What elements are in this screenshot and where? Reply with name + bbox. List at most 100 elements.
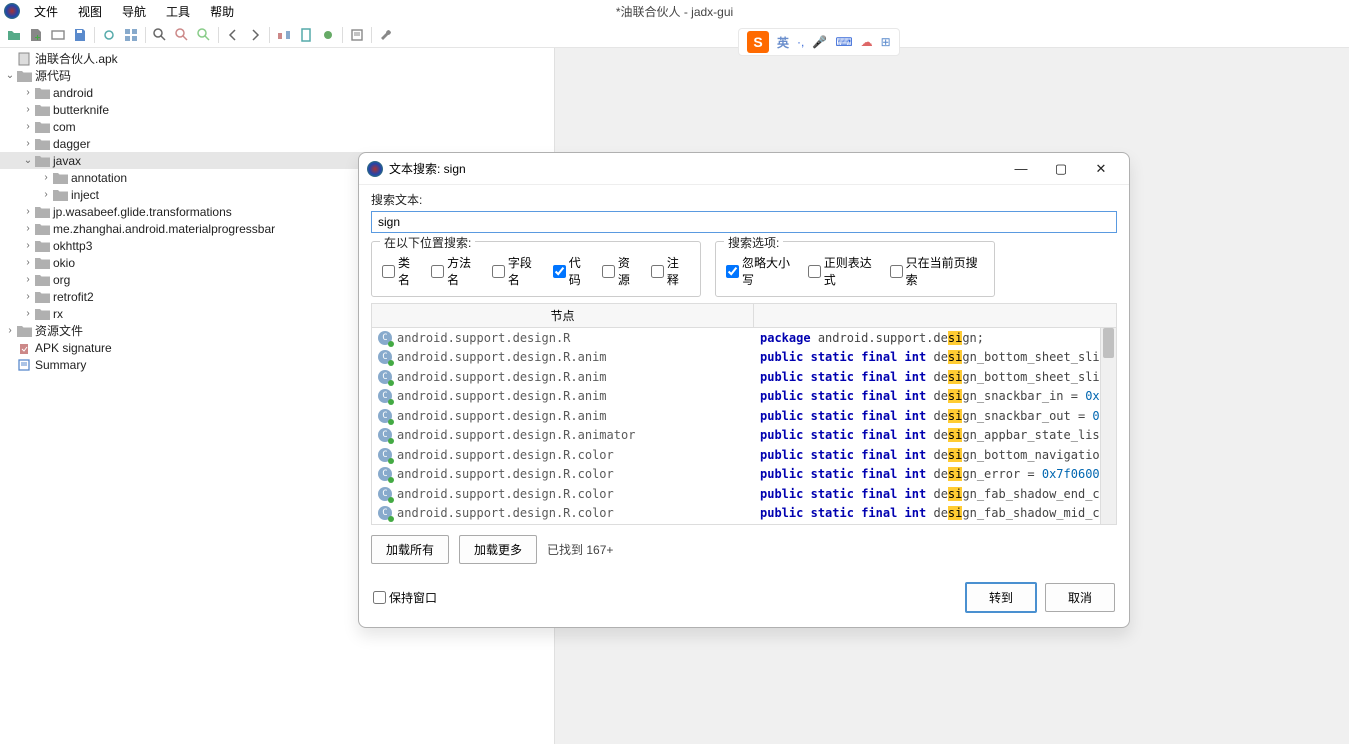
- menu-nav[interactable]: 导航: [112, 1, 156, 22]
- keep-window-checkbox[interactable]: 保持窗口: [373, 589, 437, 606]
- folder-icon: [34, 239, 50, 253]
- add-file-icon[interactable]: [26, 25, 46, 45]
- twisty-icon[interactable]: ⌄: [22, 155, 34, 166]
- card-icon[interactable]: [48, 25, 68, 45]
- titlebar: 文件 视图 导航 工具 帮助 *油联合伙人 - jadx-gui: [0, 0, 1349, 22]
- tree-node--[interactable]: ⌄源代码: [0, 67, 554, 84]
- menu-file[interactable]: 文件: [24, 1, 68, 22]
- folder-icon: [52, 188, 68, 202]
- dialog-titlebar[interactable]: 文本搜索: sign — ▢ ✕: [359, 153, 1129, 185]
- twisty-icon[interactable]: ›: [22, 291, 34, 302]
- tree-node-com[interactable]: › com: [0, 118, 554, 135]
- result-code: public static final int design_snackbar_…: [754, 409, 1100, 423]
- result-row[interactable]: Candroid.support.design.R.animpublic sta…: [372, 348, 1100, 368]
- column-code[interactable]: [754, 304, 1116, 327]
- tree-node-dagger[interactable]: ›dagger: [0, 135, 554, 152]
- summary-icon: [16, 358, 32, 372]
- result-row[interactable]: Candroid.support.design.R.animpublic sta…: [372, 406, 1100, 426]
- tree-node-butterknife[interactable]: ›butterknife: [0, 101, 554, 118]
- location-checkbox-2[interactable]: 字段名: [492, 254, 543, 288]
- result-row[interactable]: Candroid.support.design.R.animpublic sta…: [372, 387, 1100, 407]
- menu-tools[interactable]: 工具: [156, 1, 200, 22]
- twisty-icon[interactable]: ›: [4, 325, 16, 336]
- option-checkbox-2[interactable]: 只在当前页搜索: [890, 254, 984, 288]
- twisty-icon[interactable]: ›: [40, 189, 52, 200]
- save-icon[interactable]: [70, 25, 90, 45]
- result-row[interactable]: Candroid.support.design.Rpackage android…: [372, 328, 1100, 348]
- results-scrollbar[interactable]: [1100, 328, 1116, 524]
- twisty-icon[interactable]: ›: [22, 206, 34, 217]
- search-code-icon[interactable]: [172, 25, 192, 45]
- twisty-icon[interactable]: ›: [22, 240, 34, 251]
- menu-view[interactable]: 视图: [68, 1, 112, 22]
- column-node[interactable]: 节点: [372, 304, 754, 327]
- location-checkbox-0[interactable]: 类名: [382, 254, 421, 288]
- search-input[interactable]: [371, 211, 1117, 233]
- tree-label: com: [53, 120, 76, 134]
- close-icon[interactable]: ✕: [1081, 157, 1121, 181]
- ime-grid-icon[interactable]: ⊞: [881, 35, 891, 49]
- result-row[interactable]: Candroid.support.design.R.colorpublic st…: [372, 484, 1100, 504]
- sync-icon[interactable]: [99, 25, 119, 45]
- search-icon[interactable]: [150, 25, 170, 45]
- ime-bar: S 英 ·, 🎤 ⌨ ☁ ⊞: [738, 28, 900, 56]
- back-icon[interactable]: [223, 25, 243, 45]
- forward-icon[interactable]: [245, 25, 265, 45]
- twisty-icon[interactable]: ›: [22, 87, 34, 98]
- load-all-button[interactable]: 加载所有: [371, 535, 449, 564]
- twisty-icon[interactable]: ›: [22, 121, 34, 132]
- class-icon: C: [378, 467, 392, 481]
- minimize-icon[interactable]: —: [1001, 157, 1041, 181]
- location-checkbox-1[interactable]: 方法名: [431, 254, 482, 288]
- twisty-icon[interactable]: ›: [22, 223, 34, 234]
- ime-lang[interactable]: 英: [777, 34, 789, 51]
- twisty-icon[interactable]: ›: [22, 308, 34, 319]
- result-code: public static final int design_error = 0…: [754, 467, 1100, 481]
- folder-icon: [34, 154, 50, 168]
- tree-node-android[interactable]: ›android: [0, 84, 554, 101]
- result-row[interactable]: Candroid.support.design.R.colorpublic st…: [372, 465, 1100, 485]
- twisty-icon[interactable]: ›: [22, 257, 34, 268]
- ime-mic-icon[interactable]: 🎤: [812, 35, 827, 49]
- twisty-icon[interactable]: ›: [40, 172, 52, 183]
- tree-node--apk[interactable]: 油联合伙人.apk: [0, 50, 554, 67]
- twisty-icon[interactable]: ›: [22, 274, 34, 285]
- load-more-button[interactable]: 加载更多: [459, 535, 537, 564]
- quark-icon[interactable]: [296, 25, 316, 45]
- goto-button[interactable]: 转到: [965, 582, 1037, 613]
- option-checkbox-0[interactable]: 忽略大小写: [726, 254, 798, 288]
- scrollbar-thumb[interactable]: [1103, 328, 1114, 358]
- option-checkbox-1[interactable]: 正则表达式: [808, 254, 880, 288]
- class-icon: C: [378, 448, 392, 462]
- cancel-button[interactable]: 取消: [1045, 583, 1115, 612]
- twisty-icon[interactable]: ›: [22, 138, 34, 149]
- wrench-icon[interactable]: [376, 25, 396, 45]
- log-icon[interactable]: [347, 25, 367, 45]
- open-file-icon[interactable]: [4, 25, 24, 45]
- bug-icon[interactable]: [318, 25, 338, 45]
- twisty-icon[interactable]: ⌄: [4, 70, 16, 81]
- result-row[interactable]: Candroid.support.design.R.colorpublic st…: [372, 445, 1100, 465]
- class-icon: C: [378, 487, 392, 501]
- search-comment-icon[interactable]: [194, 25, 214, 45]
- ime-punct-icon[interactable]: ·,: [797, 35, 804, 49]
- location-checkbox-5[interactable]: 注释: [651, 254, 690, 288]
- result-row[interactable]: Candroid.support.design.R.animatorpublic…: [372, 426, 1100, 446]
- result-code: public static final int design_bottom_na…: [754, 448, 1100, 462]
- deobf-icon[interactable]: [274, 25, 294, 45]
- ime-cloud-icon[interactable]: ☁: [861, 35, 873, 49]
- twisty-icon[interactable]: ›: [22, 104, 34, 115]
- menu-bar: 文件 视图 导航 工具 帮助: [24, 1, 244, 22]
- maximize-icon[interactable]: ▢: [1041, 157, 1081, 181]
- tree-label: okhttp3: [53, 239, 92, 253]
- result-row[interactable]: Candroid.support.design.R.colorpublic st…: [372, 523, 1100, 524]
- location-checkbox-4[interactable]: 资源: [602, 254, 641, 288]
- ime-logo-icon[interactable]: S: [747, 31, 769, 53]
- result-row[interactable]: Candroid.support.design.R.colorpublic st…: [372, 504, 1100, 524]
- result-row[interactable]: Candroid.support.design.R.animpublic sta…: [372, 367, 1100, 387]
- ime-keyboard-icon[interactable]: ⌨: [835, 35, 852, 49]
- menu-help[interactable]: 帮助: [200, 1, 244, 22]
- location-checkbox-3[interactable]: 代码: [553, 254, 592, 288]
- result-node: Candroid.support.design.R.anim: [372, 370, 754, 384]
- grid-icon[interactable]: [121, 25, 141, 45]
